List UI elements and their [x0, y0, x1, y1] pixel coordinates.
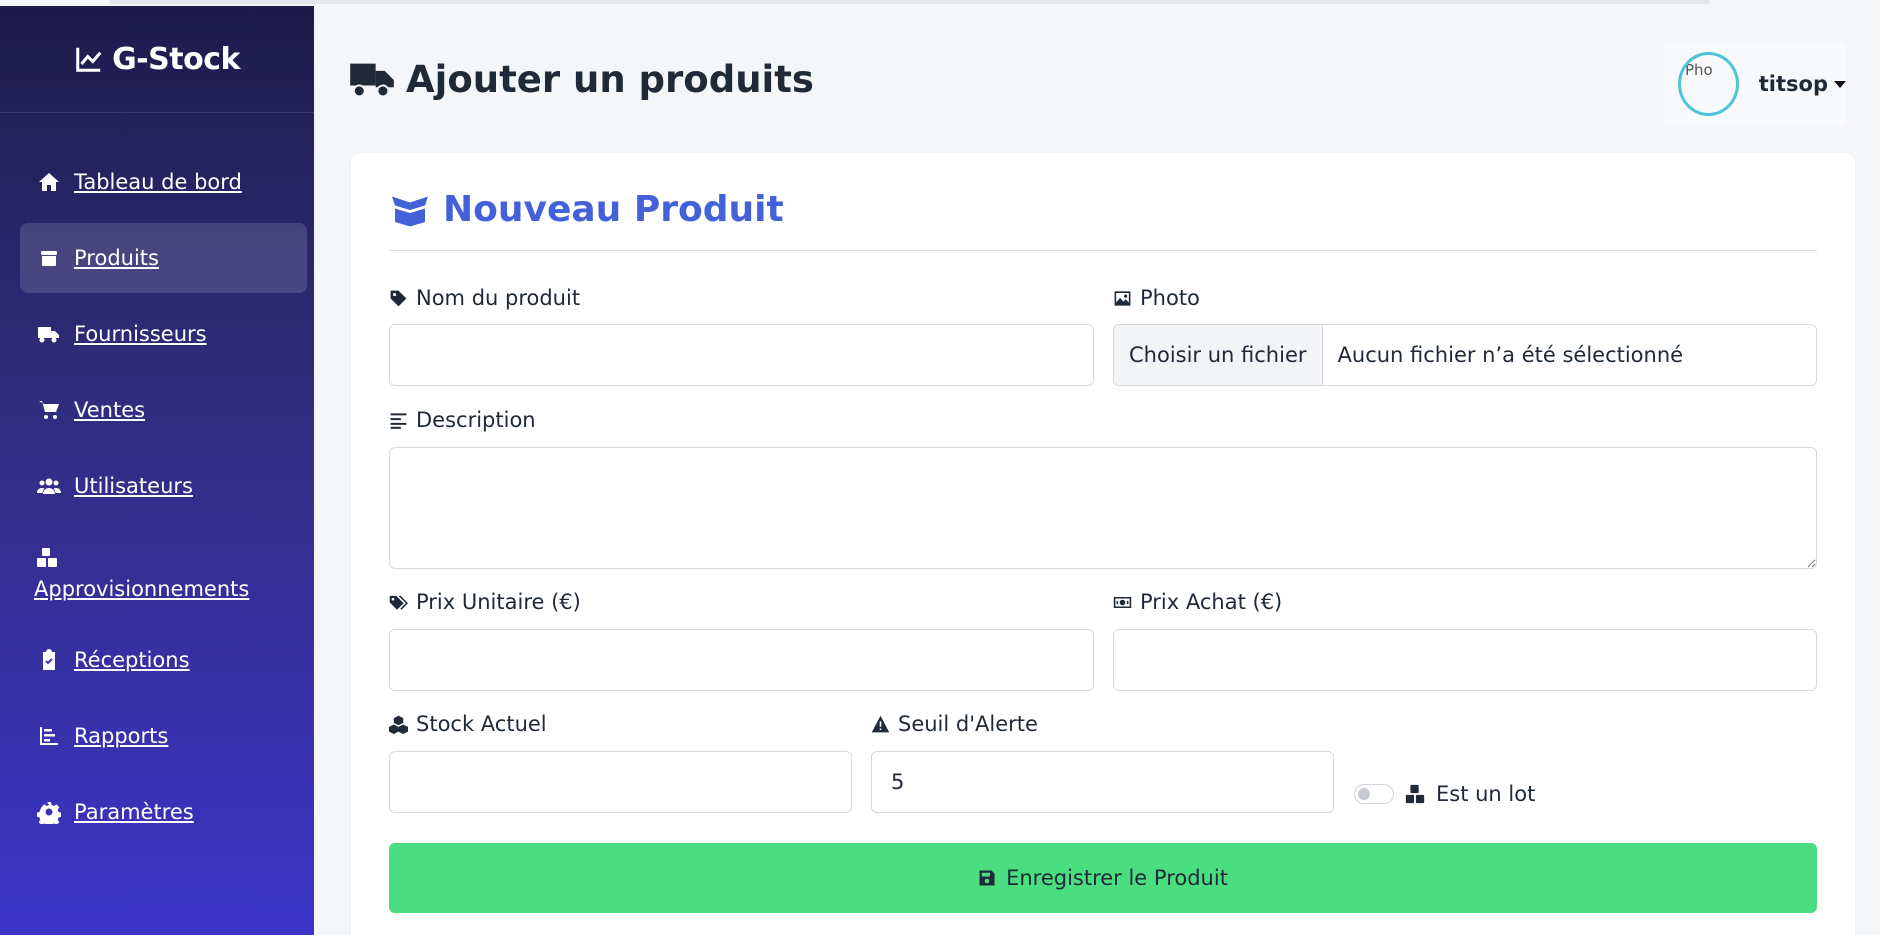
purchase-price-label-text: Prix Achat (€): [1140, 590, 1283, 614]
home-icon: [36, 169, 62, 195]
sidebar-nav: Tableau de bord Produits Fournisseurs Ve…: [0, 113, 314, 847]
cart-icon: [36, 397, 62, 423]
purchase-price-label: Prix Achat (€): [1113, 590, 1282, 614]
tag-icon: [390, 290, 407, 306]
sidebar-item-ventes[interactable]: Ventes: [20, 375, 307, 445]
truck-icon: [350, 63, 394, 97]
photo-label-text: Photo: [1140, 286, 1200, 310]
truck-icon: [36, 321, 62, 347]
lot-toggle-group: Est un lot: [1354, 782, 1535, 806]
stock-label: Stock Actuel: [389, 712, 547, 736]
product-name-label-text: Nom du produit: [416, 286, 581, 310]
unit-price-label-text: Prix Unitaire (€): [416, 590, 581, 614]
sidebar-item-parametres[interactable]: Paramètres: [20, 777, 307, 847]
users-icon: [36, 473, 62, 499]
description-textarea[interactable]: [389, 447, 1817, 569]
gear-icon: [36, 799, 62, 825]
file-status: Aucun fichier n’a été sélectionné: [1337, 343, 1684, 367]
purchase-price-input[interactable]: [1113, 629, 1817, 691]
lot-toggle[interactable]: [1354, 784, 1394, 804]
avatar[interactable]: Pho: [1678, 52, 1739, 116]
stock-label-text: Stock Actuel: [416, 712, 547, 736]
brand[interactable]: G-Stock: [0, 6, 314, 113]
description-label: Description: [389, 408, 536, 432]
chart-line-icon: [76, 47, 102, 72]
product-form-card: Nouveau Produit Nom du produit Photo Cho…: [351, 153, 1855, 935]
sidebar: G-Stock Tableau de bord Produits Fournis…: [0, 6, 314, 935]
sidebar-item-produits[interactable]: Produits: [20, 223, 307, 293]
photo-file-input[interactable]: Choisir un fichier Aucun fichier n’a été…: [1113, 324, 1817, 386]
product-name-label: Nom du produit: [389, 286, 580, 310]
sidebar-item-receptions[interactable]: Réceptions: [20, 625, 307, 695]
sidebar-item-fournisseurs[interactable]: Fournisseurs: [20, 299, 307, 369]
divider: [389, 250, 1817, 251]
tags-icon: [389, 595, 408, 610]
page-title-text: Ajouter un produits: [406, 58, 814, 101]
image-icon: [1114, 290, 1131, 306]
cubes-icon: [389, 715, 408, 734]
sidebar-item-label: Ventes: [74, 398, 146, 422]
page-title: Ajouter un produits: [350, 58, 814, 101]
choose-file-button[interactable]: Choisir un fichier: [1114, 325, 1323, 385]
alert-threshold-label: Seuil d'Alerte: [871, 712, 1038, 736]
brand-name: G-Stock: [112, 41, 240, 77]
save-product-button[interactable]: Enregistrer le Produit: [389, 843, 1817, 913]
sidebar-item-label: Utilisateurs: [74, 474, 193, 498]
box-open-icon: [392, 196, 428, 226]
sidebar-item-label: Fournisseurs: [74, 322, 207, 346]
box-icon: [36, 245, 62, 271]
sidebar-item-label: Approvisionnements: [34, 577, 250, 601]
user-menu[interactable]: Pho titsop: [1664, 42, 1846, 126]
alert-threshold-label-text: Seuil d'Alerte: [898, 712, 1038, 736]
sidebar-item-utilisateurs[interactable]: Utilisateurs: [20, 451, 307, 521]
form-title-text: Nouveau Produit: [443, 189, 784, 230]
description-label-text: Description: [416, 408, 536, 432]
boxes-icon: [1405, 784, 1425, 804]
sidebar-item-tableau-de-bord[interactable]: Tableau de bord: [20, 147, 307, 217]
align-left-icon: [390, 412, 407, 429]
username[interactable]: titsop: [1759, 72, 1828, 96]
sidebar-item-label: Tableau de bord: [74, 170, 242, 194]
sidebar-item-rapports[interactable]: Rapports: [20, 701, 307, 771]
sidebar-item-approvisionnements[interactable]: Approvisionnements: [20, 527, 307, 619]
sidebar-item-label: Réceptions: [74, 648, 190, 672]
top-scroll-indicator: [110, 0, 1710, 4]
warning-icon: [871, 715, 890, 732]
chart-bar-icon: [36, 723, 62, 749]
money-bill-icon: [1113, 596, 1132, 608]
form-title: Nouveau Produit: [389, 189, 784, 230]
photo-label: Photo: [1113, 286, 1200, 310]
save-icon: [979, 870, 995, 886]
chevron-down-icon[interactable]: [1834, 80, 1846, 88]
clipboard-check-icon: [36, 647, 62, 673]
alert-threshold-input[interactable]: [871, 751, 1334, 813]
product-name-input[interactable]: [389, 324, 1094, 386]
save-product-label: Enregistrer le Produit: [1006, 866, 1228, 890]
stock-input[interactable]: [389, 751, 852, 813]
lot-label: Est un lot: [1436, 782, 1536, 806]
sidebar-item-label: Produits: [74, 246, 159, 270]
boxes-icon: [34, 545, 60, 571]
sidebar-item-label: Rapports: [74, 724, 169, 748]
unit-price-label: Prix Unitaire (€): [389, 590, 581, 614]
sidebar-item-label: Paramètres: [74, 800, 194, 824]
unit-price-input[interactable]: [389, 629, 1094, 691]
